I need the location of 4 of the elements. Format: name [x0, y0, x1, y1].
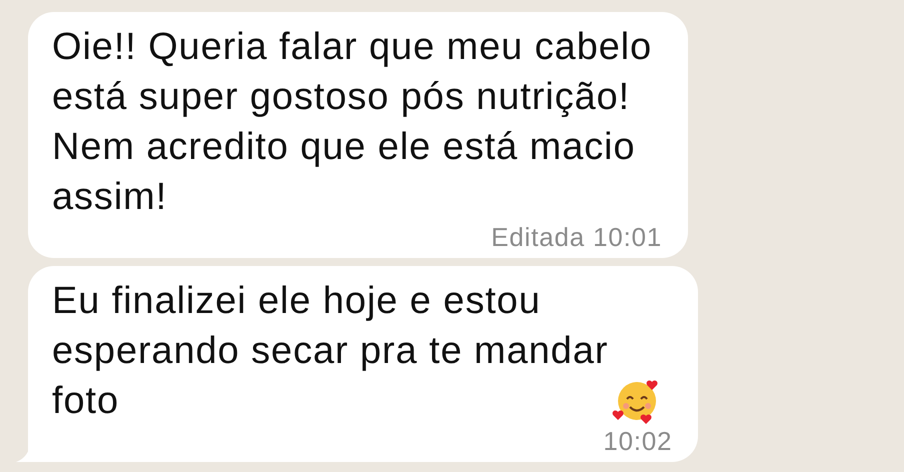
message-text: Oie!! Queria falar que meu cabelo está super gostoso pós nutrição! Nem acredito que ele está macio assim! — [52, 25, 652, 220]
message-time: 10:02 — [603, 426, 672, 456]
message-time: Editada 10:01 — [491, 222, 662, 252]
message-text: Eu finalizei ele hoje e estou esperando secar pra te mandar foto — [52, 279, 608, 424]
